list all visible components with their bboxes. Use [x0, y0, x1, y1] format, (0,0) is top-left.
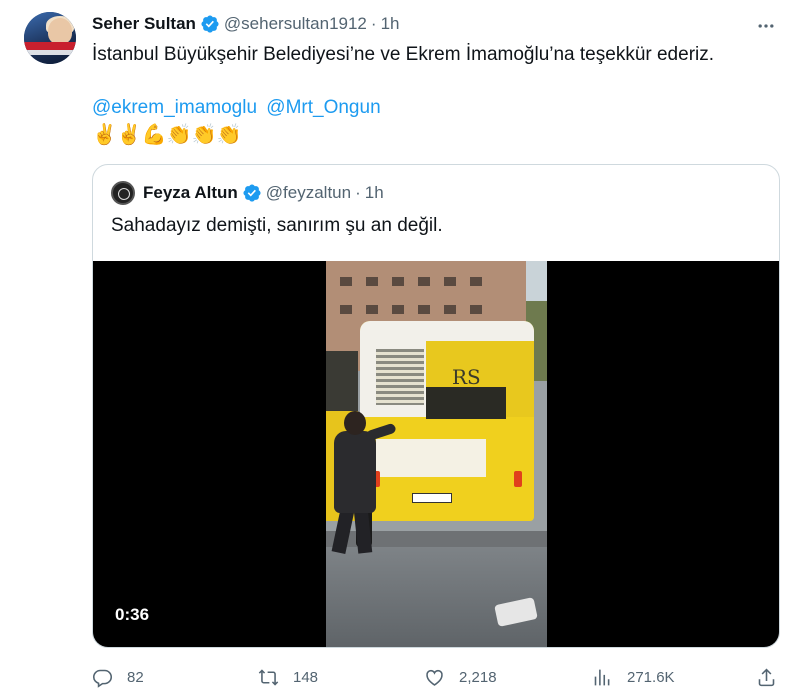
separator-dot: · — [355, 183, 361, 202]
quoted-author-handle: @feyzaltun — [265, 183, 352, 202]
quoted-tweet-header: Feyza Altun @feyzaltun · 1h — [111, 181, 384, 205]
share-button[interactable] — [756, 660, 791, 694]
views-button[interactable]: 271.6K — [592, 660, 675, 694]
tweet-timestamp[interactable]: 1h — [381, 14, 400, 34]
quoted-tweet[interactable]: Feyza Altun @feyzaltun · 1h Sahadayız de… — [92, 164, 780, 648]
like-count: 2,218 — [459, 668, 497, 686]
video-frame: RS — [326, 261, 547, 647]
more-horizontal-icon — [758, 24, 774, 28]
verified-badge-icon — [201, 15, 219, 33]
tweet[interactable]: Seher Sultan @sehersultan1912 · 1h İstan… — [0, 0, 802, 700]
reply-button[interactable]: 82 — [92, 660, 144, 694]
share-icon — [758, 668, 775, 686]
tweet-mentions: @ekrem_imamoglu @Mrt_Ongun — [92, 96, 385, 120]
views-count: 271.6K — [627, 668, 675, 686]
quoted-timestamp: 1h — [364, 183, 384, 202]
retweet-button[interactable]: 148 — [258, 660, 318, 694]
tweet-header: Seher Sultan @sehersultan1912 · 1h — [92, 12, 399, 36]
mention-link[interactable]: @Mrt_Ongun — [266, 97, 380, 118]
quoted-tweet-text: Sahadayız demişti, sanırım şu an değil. — [111, 215, 443, 236]
verified-badge-icon — [243, 184, 261, 202]
video-player[interactable]: RS 0:36 — [93, 261, 779, 647]
retweet-icon — [258, 668, 279, 686]
quoted-author-name: Feyza Altun — [143, 183, 238, 202]
like-button[interactable]: 2,218 — [424, 660, 497, 694]
tweet-text: İstanbul Büyükşehir Belediyesi’ne ve Ekr… — [92, 44, 715, 65]
mention-link[interactable]: @ekrem_imamoglu — [92, 97, 257, 118]
more-options-button[interactable] — [752, 14, 780, 38]
heart-icon — [426, 669, 443, 686]
quoted-author-avatar — [111, 181, 135, 205]
reply-icon — [92, 669, 113, 688]
bar-chart-icon — [594, 669, 610, 685]
bus-logo: RS — [452, 365, 481, 389]
author-handle[interactable]: @sehersultan1912 — [224, 14, 367, 34]
tweet-actions: 82 148 2,218 271.6K — [92, 660, 782, 694]
retweet-count: 148 — [293, 668, 319, 686]
reply-count: 82 — [127, 668, 144, 686]
separator-dot: · — [370, 14, 377, 33]
tweet-emojis: ✌️✌️💪👏👏👏 — [92, 124, 242, 146]
author-name[interactable]: Seher Sultan — [92, 14, 196, 34]
video-duration: 0:36 — [115, 605, 150, 624]
author-avatar[interactable] — [24, 12, 76, 64]
